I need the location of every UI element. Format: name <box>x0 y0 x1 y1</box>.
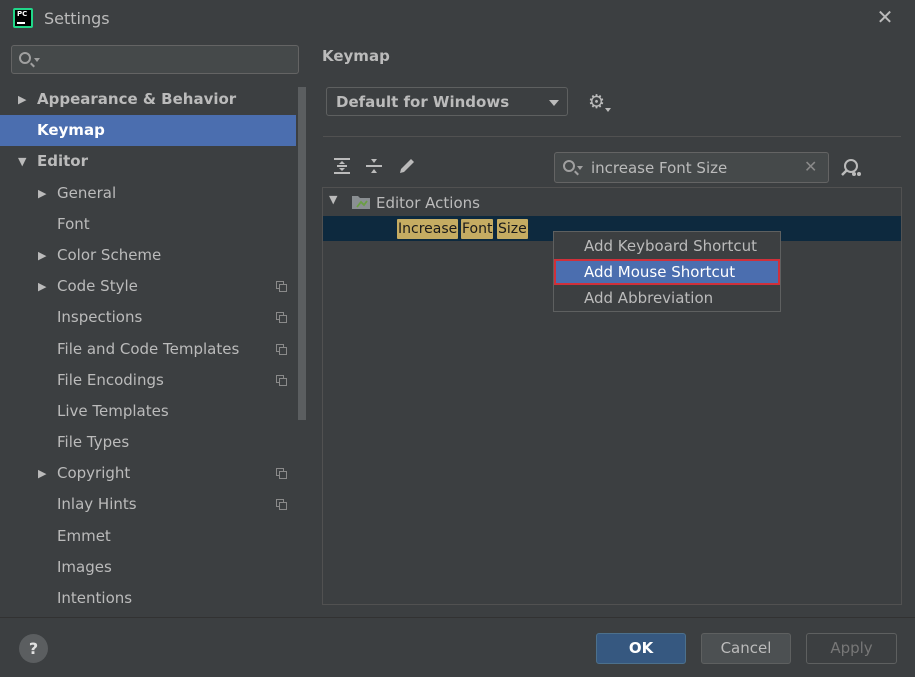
sidebar-item-label: Code Style <box>57 277 138 296</box>
sidebar-item-inspections[interactable]: Inspections <box>0 302 296 333</box>
keymap-panel: Keymap Default for Windows ⚙ ✕ ▼ <box>309 36 915 616</box>
pycharm-app-icon: PC <box>13 8 33 28</box>
separator <box>323 136 901 137</box>
close-icon[interactable]: ✕ <box>875 7 895 27</box>
folder-icon <box>352 196 370 209</box>
clear-icon[interactable]: ✕ <box>804 157 817 176</box>
sidebar-item-appearance-behavior[interactable]: ▶ Appearance & Behavior <box>0 84 296 115</box>
window-title: Settings <box>44 9 110 28</box>
project-settings-copy-icon <box>276 499 287 511</box>
dialog-footer: ? OK Cancel Apply <box>0 617 915 677</box>
sidebar-item-editor[interactable]: ▼ Editor <box>0 146 296 177</box>
sidebar-item-font[interactable]: Font <box>0 209 296 240</box>
settings-search-input[interactable] <box>46 49 291 71</box>
sidebar-item-label: Images <box>57 557 112 576</box>
sidebar-item-code-style[interactable]: ▶ Code Style <box>0 271 296 302</box>
sidebar-item-label: Live Templates <box>57 401 169 420</box>
tree-group-row[interactable]: ▼ Editor Actions <box>323 191 901 215</box>
app-icon-text: PC <box>17 10 28 18</box>
settings-tree: ▶ Appearance & Behavior Keymap ▼ Editor ▶ Gene… <box>0 84 296 614</box>
sidebar-scrollbar[interactable] <box>298 87 306 420</box>
action-filter-box[interactable]: ✕ <box>554 152 829 183</box>
sidebar-item-label: Intentions <box>57 589 133 607</box>
sidebar-item-label: Keymap <box>37 121 105 140</box>
sidebar-item-intentions[interactable]: Intentions <box>0 583 296 614</box>
collapsed-arrow-icon[interactable]: ▶ <box>38 271 46 302</box>
sidebar-item-label: Appearance & Behavior <box>37 90 237 108</box>
sidebar-item-label: File Types <box>57 433 130 452</box>
expanded-arrow-icon[interactable]: ▼ <box>329 193 337 206</box>
sidebar-item-copyright[interactable]: ▶ Copyright <box>0 458 296 489</box>
action-name-highlight: Font <box>461 219 494 239</box>
collapsed-arrow-icon[interactable]: ▶ <box>38 458 46 489</box>
project-settings-copy-icon <box>276 374 287 386</box>
sidebar-item-label: General <box>57 183 117 202</box>
context-menu: Add Keyboard Shortcut Add Mouse Shortcut A… <box>553 231 781 312</box>
search-icon <box>563 160 575 172</box>
ok-button[interactable]: OK <box>596 633 686 664</box>
search-history-dropdown-icon[interactable] <box>34 58 40 62</box>
action-name-highlight: Increase <box>397 219 459 239</box>
project-settings-copy-icon <box>276 312 287 324</box>
sidebar-item-label: File Encodings <box>57 370 164 389</box>
action-name-highlight: Size <box>497 219 528 239</box>
sidebar-item-general[interactable]: ▶ General <box>0 178 296 209</box>
sidebar-item-keymap[interactable]: Keymap <box>0 115 296 147</box>
collapse-all-icon[interactable] <box>363 155 385 177</box>
edit-shortcut-icon[interactable] <box>396 155 418 177</box>
project-settings-copy-icon <box>276 468 287 480</box>
tree-group-label: Editor Actions <box>376 194 480 212</box>
sidebar-item-images[interactable]: Images <box>0 552 296 583</box>
expanded-arrow-icon[interactable]: ▼ <box>18 146 26 177</box>
sidebar-item-label: Emmet <box>57 526 111 545</box>
cancel-button[interactable]: Cancel <box>701 633 791 664</box>
help-button[interactable]: ? <box>19 634 48 663</box>
collapsed-arrow-icon[interactable]: ▶ <box>38 178 46 209</box>
sidebar-item-live-templates[interactable]: Live Templates <box>0 396 296 427</box>
menu-item-add-keyboard-shortcut[interactable]: Add Keyboard Shortcut <box>554 233 780 259</box>
sidebar-item-file-encodings[interactable]: File Encodings <box>0 365 296 396</box>
sidebar-item-file-types[interactable]: File Types <box>0 427 296 458</box>
menu-item-add-mouse-shortcut[interactable]: Add Mouse Shortcut <box>554 259 780 285</box>
search-icon <box>19 52 31 64</box>
settings-sidebar: ▶ Appearance & Behavior Keymap ▼ Editor ▶ Gene… <box>0 36 309 616</box>
menu-item-add-abbreviation[interactable]: Add Abbreviation <box>554 285 780 311</box>
gear-icon[interactable]: ⚙ <box>588 92 611 114</box>
chevron-down-icon <box>549 100 559 106</box>
sidebar-item-file-and-code-templates[interactable]: File and Code Templates <box>0 334 296 365</box>
page-title: Keymap <box>322 47 390 65</box>
collapsed-arrow-icon[interactable]: ▶ <box>38 240 46 271</box>
settings-search-box[interactable] <box>11 45 299 74</box>
sidebar-item-emmet[interactable]: Emmet <box>0 521 296 552</box>
project-settings-copy-icon <box>276 343 287 355</box>
keymap-scheme-value: Default for Windows <box>336 93 510 111</box>
sidebar-item-label: Inspections <box>57 308 143 327</box>
sidebar-item-label: Color Scheme <box>57 245 162 264</box>
keymap-scheme-select[interactable]: Default for Windows <box>326 87 568 116</box>
sidebar-item-label: Font <box>57 214 90 233</box>
action-filter-input[interactable] <box>591 158 791 178</box>
sidebar-item-label: Copyright <box>57 464 131 483</box>
collapsed-arrow-icon[interactable]: ▶ <box>18 84 26 115</box>
search-history-dropdown-icon[interactable] <box>577 166 583 170</box>
apply-button[interactable]: Apply <box>806 633 897 664</box>
sidebar-item-color-scheme[interactable]: ▶ Color Scheme <box>0 240 296 271</box>
find-by-shortcut-icon[interactable] <box>839 157 861 179</box>
sidebar-item-label: Inlay Hints <box>57 495 137 514</box>
title-bar: PC Settings ✕ <box>0 0 915 36</box>
sidebar-item-inlay-hints[interactable]: Inlay Hints <box>0 489 296 520</box>
sidebar-item-label: Editor <box>37 152 88 171</box>
expand-all-icon[interactable] <box>331 155 353 177</box>
sidebar-item-label: File and Code Templates <box>57 339 240 358</box>
project-settings-copy-icon <box>276 281 287 293</box>
